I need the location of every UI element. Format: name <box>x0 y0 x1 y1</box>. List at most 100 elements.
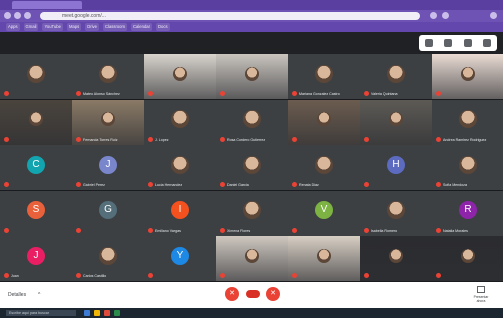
user-icon[interactable] <box>483 39 492 47</box>
mic-muted-icon <box>220 227 225 233</box>
avatar: Y <box>171 246 189 265</box>
participant-tile[interactable] <box>0 54 72 99</box>
activities-icon[interactable] <box>463 39 472 47</box>
participant-tile[interactable] <box>360 99 432 145</box>
bookmark-item[interactable]: Calendar <box>131 23 152 31</box>
back-icon[interactable] <box>4 12 11 19</box>
avatar: I <box>171 201 189 220</box>
bookmark-star-icon[interactable] <box>442 12 449 19</box>
participant-tile[interactable] <box>288 99 360 145</box>
participant-face <box>101 112 115 127</box>
chevron-up-icon[interactable]: ^ <box>38 292 40 298</box>
participant-tile[interactable] <box>216 54 288 99</box>
participant-tile[interactable]: J. Lopez <box>144 99 216 145</box>
avatar: V <box>315 201 333 220</box>
participant-face <box>389 112 403 127</box>
participant-tile[interactable]: Mateo Alonso Sánchez <box>72 54 144 99</box>
bookmark-item[interactable]: Classroom <box>102 23 127 31</box>
mic-off-icon[interactable]: ✕ <box>225 287 239 301</box>
chrome-icon[interactable] <box>104 310 110 316</box>
participant-name: Sofia Mendoza <box>443 183 467 188</box>
participant-name: Natalia Morales <box>443 228 468 233</box>
avatar <box>459 155 477 174</box>
participant-name: Mariana Gonzalez Castro <box>299 92 340 96</box>
bookmark-item[interactable]: Apps <box>6 23 20 31</box>
avatar <box>243 155 261 174</box>
mic-muted-icon <box>220 91 225 96</box>
avatar <box>171 110 189 129</box>
participant-tile[interactable]: Valeria Quintana <box>360 54 432 99</box>
participant-name: Daniel Garcia <box>227 183 249 188</box>
participant-tile[interactable]: Daniel Garcia <box>216 145 288 191</box>
mic-muted-icon <box>292 91 297 96</box>
participant-tile[interactable]: V <box>288 190 360 236</box>
participant-face <box>245 66 259 81</box>
participant-tile[interactable]: Andrea Ramirez Rodriguez <box>432 99 503 145</box>
participant-tile[interactable]: Renata Diaz <box>288 145 360 191</box>
reload-icon[interactable] <box>24 12 31 19</box>
extension-icon[interactable] <box>430 12 437 19</box>
participant-tile[interactable]: J Gabriel Perez <box>72 145 144 191</box>
mic-muted-icon <box>148 227 153 233</box>
taskbar-search[interactable]: Escribe aquí para buscar <box>6 310 76 316</box>
people-icon[interactable] <box>424 39 433 47</box>
avatar <box>387 201 405 220</box>
participant-tile[interactable]: Mariana Gonzalez Castro <box>288 54 360 99</box>
bookmark-item[interactable]: YouTube <box>42 23 63 31</box>
mic-muted-icon <box>364 227 369 233</box>
participant-tile[interactable]: Fernanda Torres Ruiz <box>72 99 144 145</box>
participant-tile[interactable] <box>360 236 432 282</box>
participant-tile[interactable]: J Juan <box>0 236 72 282</box>
participant-tile[interactable]: Lucia Hernandez <box>144 145 216 191</box>
participant-tile[interactable]: Y <box>144 236 216 282</box>
participant-tile[interactable]: Carlos Castillo <box>72 236 144 282</box>
participant-name: Mateo Alonso Sánchez <box>83 92 120 96</box>
avatar: G <box>99 201 117 220</box>
menu-icon[interactable] <box>490 12 497 19</box>
participant-tile[interactable] <box>216 236 288 282</box>
participant-tile[interactable]: H <box>360 145 432 191</box>
participant-tile[interactable]: Sofia Mendoza <box>432 145 503 191</box>
tab-meet[interactable] <box>12 1 82 9</box>
mic-muted-icon <box>220 182 225 188</box>
mic-muted-icon <box>76 227 81 233</box>
bookmark-item[interactable]: Drive <box>85 23 99 31</box>
bookmark-item[interactable]: Maps <box>66 23 82 31</box>
bookmark-item[interactable]: Gmail <box>23 23 39 31</box>
participant-face <box>389 248 403 263</box>
participant-tile[interactable] <box>288 236 360 282</box>
forward-icon[interactable] <box>14 12 21 19</box>
hang-up-button[interactable] <box>246 290 260 298</box>
participant-tile[interactable] <box>144 54 216 99</box>
avatar <box>171 155 189 174</box>
participant-tile[interactable]: S <box>0 190 72 236</box>
camera-off-icon[interactable]: ✕ <box>266 287 280 301</box>
task-view-icon[interactable] <box>84 310 90 316</box>
present-now-button[interactable]: Presentar ahora <box>470 286 492 304</box>
avatar: C <box>27 155 45 174</box>
meeting-details-button[interactable]: Detalles <box>8 292 26 298</box>
participant-tile[interactable]: G <box>72 190 144 236</box>
present-icon <box>477 286 485 293</box>
participant-tile[interactable]: I Emiliano Vargas <box>144 190 216 236</box>
mic-muted-icon <box>4 182 9 188</box>
participant-name: Lucia Hernandez <box>155 183 183 188</box>
mic-muted-icon <box>364 91 369 96</box>
chat-icon[interactable] <box>444 39 453 47</box>
participant-tile[interactable] <box>0 99 72 145</box>
participant-tile[interactable] <box>432 236 503 282</box>
bookmark-item[interactable]: Docs <box>156 23 170 31</box>
participant-tile[interactable]: Rosa Cordero Gutierrez <box>216 99 288 145</box>
participant-tile[interactable]: Isabella Romero <box>360 190 432 236</box>
avatar: S <box>27 201 45 220</box>
participant-tile[interactable]: C <box>0 145 72 191</box>
participant-tile[interactable] <box>432 54 503 99</box>
mic-muted-icon <box>292 182 297 188</box>
app-icon[interactable] <box>114 310 120 316</box>
mic-muted-icon <box>76 91 81 96</box>
participant-tile[interactable]: Ximena Flores <box>216 190 288 236</box>
participant-tile[interactable]: R Natalia Morales <box>432 190 503 236</box>
mic-muted-icon <box>148 91 153 96</box>
file-explorer-icon[interactable] <box>94 310 100 316</box>
mic-muted-icon <box>436 91 441 96</box>
